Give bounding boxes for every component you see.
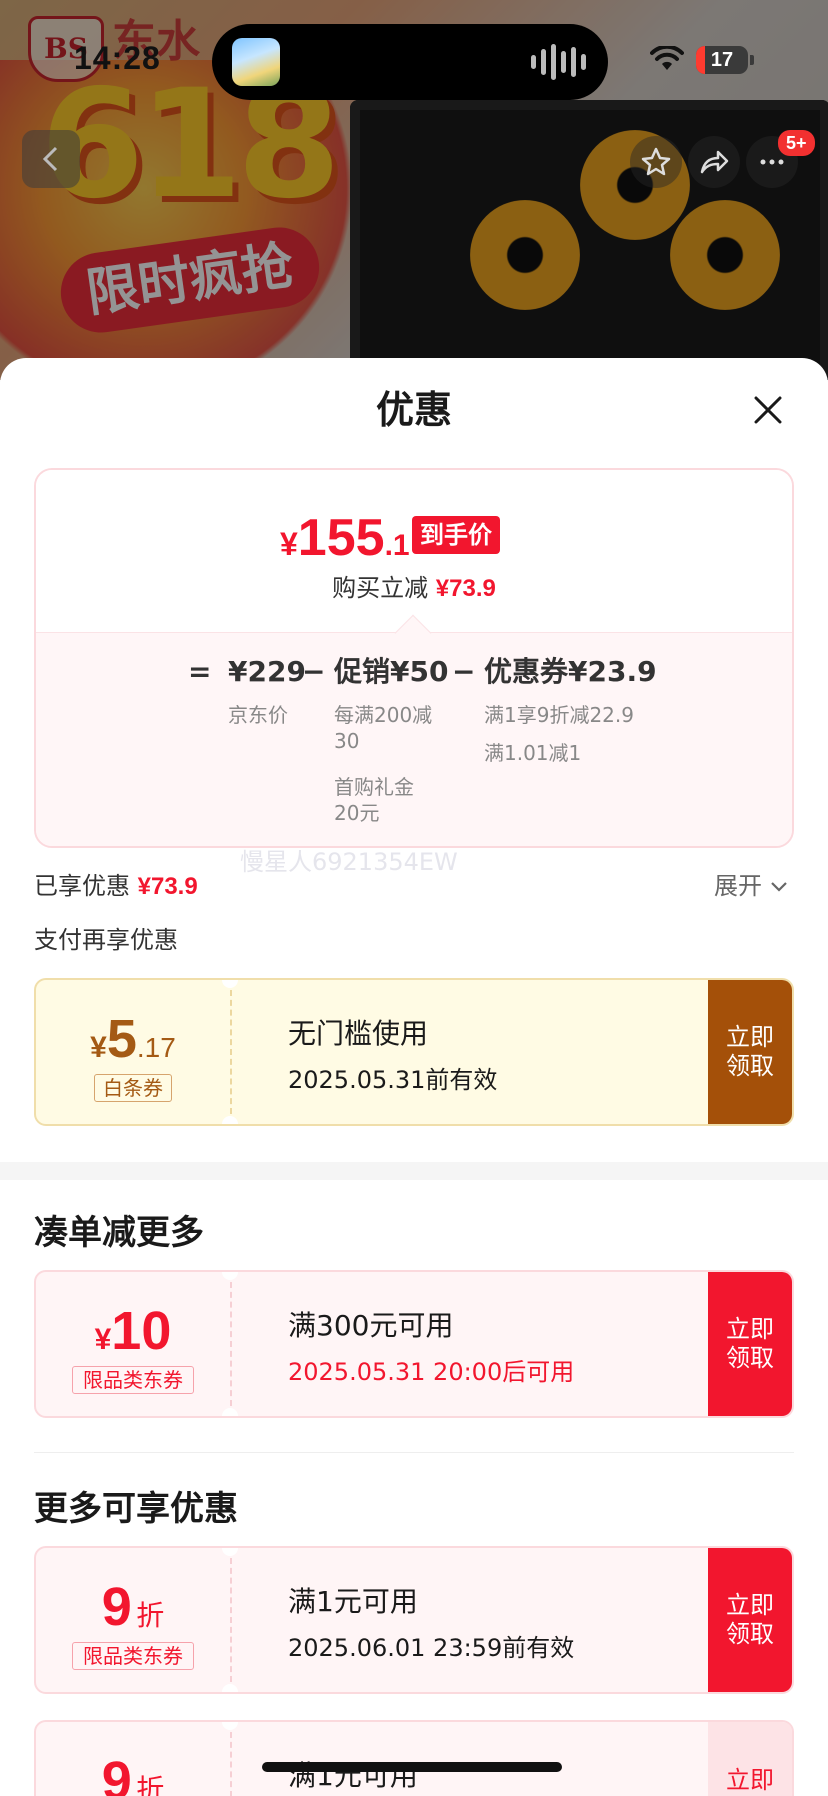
coupon-info: 满1元可用 [232, 1722, 708, 1796]
coupon-amount: 9 折 [36, 1750, 230, 1796]
jd-price-label: 京东价 [228, 703, 288, 727]
share-icon [700, 150, 729, 174]
notification-badge: 5+ [778, 130, 815, 156]
battery-indicator: 17 [696, 46, 748, 74]
chevron-down-icon [770, 882, 787, 892]
coupon-detail-discount: 满1享9折减22.9 [484, 703, 634, 727]
final-price: ¥155.1 [280, 508, 410, 568]
coupon-value-area: 9 折 限品类东券 [36, 1548, 230, 1692]
saving-label: 购买立减 [332, 574, 429, 602]
coupon-validity: 2025.05.31 20:00后可用 [288, 1358, 575, 1386]
currency-symbol: ¥ [280, 526, 298, 562]
battery-tip [750, 55, 754, 65]
coupon-type-tag: 白条券 [94, 1074, 172, 1102]
enjoyed-discount: 已享优惠 ¥73.9 [34, 872, 198, 902]
coupon-type-tag: 限品类东券 [72, 1366, 194, 1394]
coupon-value-area: 9 折 [36, 1722, 230, 1796]
enjoyed-label: 已享优惠 [34, 872, 130, 900]
section-title-more-discount: 凑单减更多 [34, 1213, 204, 1253]
coupon-condition: 无门槛使用 [288, 1017, 429, 1050]
coupon-validity: 2025.06.01 23:59前有效 [288, 1634, 575, 1662]
star-icon [641, 147, 671, 176]
coupon-amount: 优惠券¥23.9 [484, 655, 657, 688]
battery-level: 17 [710, 49, 734, 71]
coupon-validity: 2025.05.31前有效 [288, 1066, 498, 1094]
coupon-detail-reduction: 满1.01减1 [484, 741, 582, 765]
claim-coupon-button[interactable]: 立即领取 [708, 1548, 792, 1692]
coupon-discount-unit: 折 [136, 1599, 165, 1632]
coupon-info: 满300元可用 2025.05.31 20:00后可用 [232, 1272, 708, 1416]
coupon-type-tag: 限品类东券 [72, 1642, 194, 1670]
claim-coupon-button[interactable]: 立即领取 [708, 1272, 792, 1416]
promo-detail-full-reduction: 每满200减 30 [334, 703, 433, 753]
now-playing-thumbnail [232, 38, 280, 86]
saving-value: ¥73.9 [435, 575, 496, 602]
coupon-condition: 满1元可用 [288, 1585, 418, 1618]
price-decimal: .1 [384, 529, 410, 562]
divider-line [34, 1452, 794, 1453]
sheet-title: 优惠 [375, 388, 452, 432]
wifi-icon [650, 46, 684, 70]
jd-price: ¥229 [228, 655, 306, 688]
minus-sign: − [452, 655, 476, 688]
coupon-currency: ¥ [90, 1031, 107, 1064]
favorite-button[interactable] [630, 136, 682, 188]
baitiao-coupon: ¥5.17 白条券 无门槛使用 2025.05.31前有效 立即领取 [34, 978, 794, 1126]
discount-coupon: 9 折 限品类东券 满1元可用 2025.06.01 23:59前有效 立即领取 [34, 1546, 794, 1694]
claim-coupon-button[interactable]: 立即领取 [708, 980, 792, 1124]
price-breakdown-card: ¥155.1 到手价 购买立减 ¥73.9 = ¥229 京东价 − 促销¥50… [34, 468, 794, 848]
close-icon[interactable] [748, 390, 788, 430]
status-time: 14:28 [74, 40, 161, 76]
share-button[interactable] [688, 136, 740, 188]
coupon-info: 满1元可用 2025.06.01 23:59前有效 [232, 1548, 708, 1692]
coupon-value-area: ¥5.17 白条券 [36, 980, 230, 1124]
promo-detail-first-purchase: 首购礼金 20元 [334, 775, 414, 825]
coupon-info: 无门槛使用 2025.05.31前有效 [232, 980, 708, 1124]
back-button[interactable] [22, 130, 80, 188]
discount-coupon: 9 折 满1元可用 立即 [34, 1720, 794, 1796]
coupon-discount-value: 9 [101, 1751, 132, 1796]
expand-label: 展开 [714, 872, 762, 900]
promo-amount: 促销¥50 [334, 655, 449, 688]
coupon-discount-value: 9 [101, 1577, 132, 1637]
coupon-amount-int: 5 [106, 1009, 137, 1069]
enjoyed-value: ¥73.9 [137, 873, 198, 900]
dynamic-island [212, 24, 608, 100]
home-indicator[interactable] [262, 1762, 562, 1772]
coupon-currency: ¥ [94, 1323, 112, 1356]
minus-sign: − [302, 655, 326, 688]
coupon-amount: ¥10 [36, 1300, 230, 1362]
coupon-value-area: ¥10 限品类东券 [36, 1272, 230, 1416]
bundle-coupon: ¥10 限品类东券 满300元可用 2025.05.31 20:00后可用 立即… [34, 1270, 794, 1418]
price-integer: 155 [297, 509, 385, 567]
final-price-tag: 到手价 [412, 516, 500, 554]
pay-more-label: 支付再享优惠 [34, 926, 178, 954]
claim-coupon-button[interactable]: 立即 [708, 1722, 792, 1796]
coupon-amount-dec: .17 [136, 1032, 176, 1063]
chevron-left-icon [42, 146, 58, 172]
final-price-section: ¥155.1 到手价 购买立减 ¥73.9 [36, 470, 792, 632]
coupon-discount-unit: 折 [136, 1773, 165, 1796]
expand-toggle[interactable]: 展开 [714, 872, 788, 901]
section-title-more-offers: 更多可享优惠 [34, 1489, 238, 1529]
audio-wave-icon [531, 44, 586, 80]
coupon-condition: 满300元可用 [288, 1309, 454, 1342]
coupon-amount: ¥5.17 [36, 1008, 230, 1070]
coupon-amount-int: 10 [111, 1301, 172, 1361]
instant-saving: 购买立减 ¥73.9 [36, 574, 792, 604]
discount-sheet: 优惠 ¥155.1 到手价 购买立减 ¥73.9 = ¥229 京东价 − 促销… [0, 358, 828, 1796]
user-watermark: 慢星人6921354EW [240, 848, 458, 876]
equals-sign: = [188, 655, 212, 688]
coupon-amount: 9 折 [36, 1576, 230, 1638]
section-separator [0, 1162, 828, 1180]
